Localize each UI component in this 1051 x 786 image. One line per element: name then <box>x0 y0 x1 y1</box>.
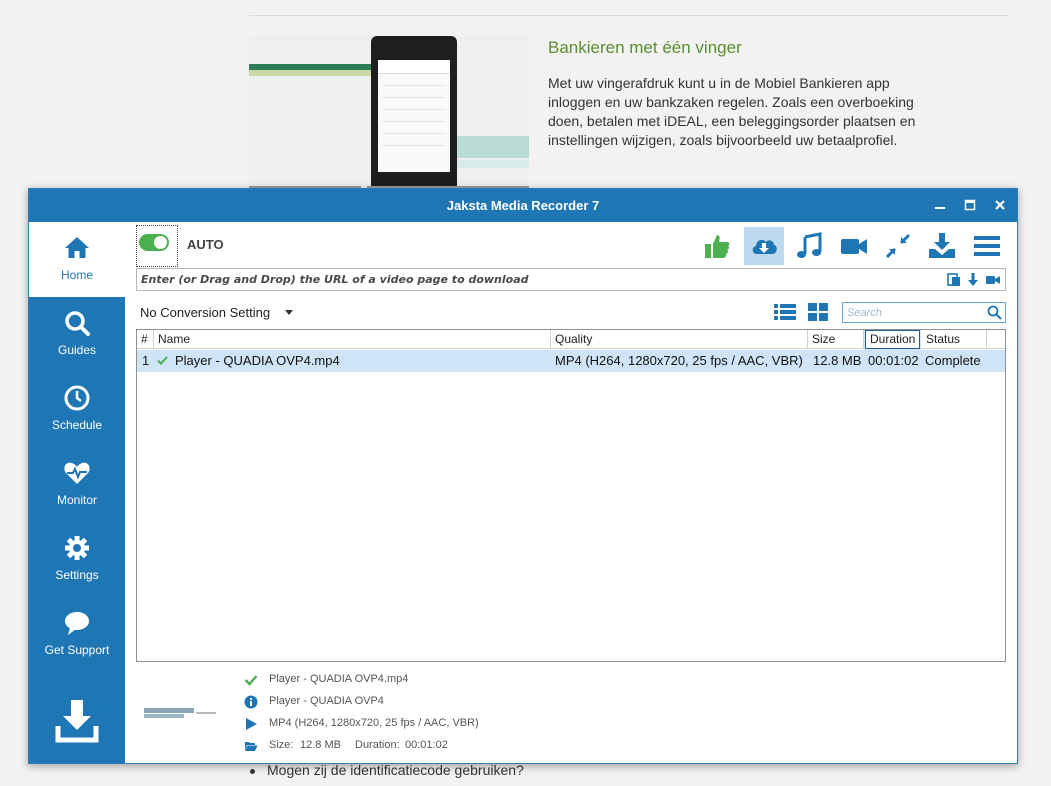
row-quality: MP4 (H264, 1280x720, 25 fps / AAC, VBR) <box>555 353 803 368</box>
gear-icon <box>65 536 89 560</box>
page-heading: Bankieren met één vinger <box>548 38 742 57</box>
auto-toggle[interactable] <box>139 234 169 251</box>
sidebar-item-label: Monitor <box>56 493 97 507</box>
page-divider <box>249 15 1009 16</box>
search-input[interactable] <box>847 305 983 320</box>
title-bar[interactable]: Jaksta Media Recorder 7 <box>29 189 1017 222</box>
maximize-icon <box>964 199 976 211</box>
minimize-button[interactable] <box>929 195 951 215</box>
url-input[interactable] <box>141 271 931 288</box>
sidebar-item-monitor[interactable]: Monitor <box>29 447 125 522</box>
like-button[interactable] <box>697 227 737 265</box>
sidebar: Home Guides Schedule Monitor Settings Ge… <box>29 222 125 763</box>
bullet-dot <box>250 768 255 774</box>
hamburger-menu-icon <box>974 236 1000 256</box>
video-button[interactable] <box>834 227 874 265</box>
tray-download-icon <box>929 233 955 258</box>
table-header: # Name Quality Size Duration Status <box>137 330 1005 350</box>
app-window: Jaksta Media Recorder 7 Home Guides Sche… <box>28 188 1018 764</box>
minimize-icon <box>935 207 945 209</box>
sidebar-item-label: Get Support <box>44 643 110 657</box>
compress-icon <box>885 233 911 259</box>
column-header-number[interactable]: # <box>137 330 154 349</box>
search-icon[interactable] <box>987 305 1002 320</box>
folder-open-icon <box>245 742 258 751</box>
url-bar <box>136 268 1006 291</box>
row-duration: 00:01:02 <box>868 353 919 368</box>
detail-size-duration: Size: 12.8 MB Duration: 00:01:02 <box>244 738 544 754</box>
sidebar-item-guides[interactable]: Guides <box>29 297 125 372</box>
column-header-status[interactable]: Status <box>922 330 987 349</box>
downloads-button[interactable] <box>922 227 962 265</box>
list-view-icon[interactable] <box>774 303 796 321</box>
details-panel: Player - QUADIA OVP4.mp4 Player - QUADIA… <box>136 666 1006 762</box>
search-icon <box>65 311 90 336</box>
menu-button[interactable] <box>967 227 1007 265</box>
music-icon <box>797 232 822 258</box>
detail-title-text: Player - QUADIA OVP4 <box>269 695 384 707</box>
sidebar-item-label: Home <box>60 268 93 282</box>
page-paragraph: Met uw vingerafdruk kunt u in de Mobiel … <box>548 75 916 148</box>
compact-mode-button[interactable] <box>878 227 918 265</box>
home-icon <box>65 237 89 258</box>
sidebar-item-get-support[interactable]: Get Support <box>29 597 125 672</box>
checkmark-icon <box>244 675 258 686</box>
banking-app-image <box>249 36 529 190</box>
detail-format-text: MP4 (H264, 1280x720, 25 fps / AAC, VBR) <box>269 717 479 729</box>
detail-filename-text: Player - QUADIA OVP4.mp4 <box>269 673 409 685</box>
maximize-button[interactable] <box>959 195 981 215</box>
main-panel: AUTO No Conversion Se <box>125 222 1017 763</box>
detail-size-label: Size: <box>269 739 294 751</box>
chevron-down-icon[interactable] <box>285 310 293 315</box>
sidebar-item-label: Guides <box>57 343 97 357</box>
download-mode-button[interactable] <box>744 227 784 265</box>
search-box <box>842 302 1006 323</box>
sidebar-item-schedule[interactable]: Schedule <box>29 372 125 447</box>
column-header-name[interactable]: Name <box>154 330 551 349</box>
thumbs-up-icon <box>705 235 730 258</box>
paste-icon[interactable] <box>947 272 961 287</box>
row-number: 1 <box>142 353 150 368</box>
audio-button[interactable] <box>789 227 829 265</box>
speech-bubble-icon <box>65 612 89 635</box>
window-title: Jaksta Media Recorder 7 <box>446 198 600 213</box>
detail-size-value: 12.8 MB <box>300 739 341 751</box>
video-thumbnail <box>142 694 218 730</box>
column-header-duration[interactable]: Duration <box>864 330 921 350</box>
page-bullet-text: Mogen zij de identificatiecode gebruiken… <box>267 762 524 778</box>
phone-image <box>371 36 457 188</box>
heartbeat-icon <box>64 462 90 484</box>
row-status: Complete <box>925 353 981 368</box>
sidebar-item-home[interactable]: Home <box>29 222 125 297</box>
download-icon[interactable] <box>55 698 99 744</box>
video-camera-icon <box>841 239 867 254</box>
info-icon <box>244 695 258 709</box>
detail-duration-value: 00:01:02 <box>405 739 448 751</box>
clock-icon <box>64 385 90 411</box>
conversion-select[interactable]: No Conversion Setting <box>140 305 270 320</box>
close-icon <box>995 200 1005 210</box>
close-button[interactable] <box>989 195 1011 215</box>
row-name: Player - QUADIA OVP4.mp4 <box>175 353 340 368</box>
cloud-download-icon <box>752 239 777 254</box>
page-bullet: Mogen zij de identificatiecode gebruiken… <box>250 762 524 778</box>
video-icon[interactable] <box>986 272 1000 287</box>
row-size: 12.8 MB <box>813 353 862 368</box>
sidebar-item-label: Schedule <box>51 418 103 432</box>
play-icon <box>246 718 257 730</box>
sidebar-item-settings[interactable]: Settings <box>29 522 125 597</box>
column-header-size[interactable]: Size <box>808 330 864 349</box>
downloads-table: # Name Quality Size Duration Status 1 Pl… <box>136 329 1006 662</box>
sidebar-item-label: Settings <box>55 568 99 582</box>
auto-label: AUTO <box>187 237 224 252</box>
table-row[interactable]: 1 Player - QUADIA OVP4.mp4 MP4 (H264, 12… <box>137 350 1005 372</box>
column-header-quality[interactable]: Quality <box>551 330 808 349</box>
arrow-down-icon[interactable] <box>966 272 980 287</box>
grid-view-icon[interactable] <box>807 303 829 321</box>
checkmark-icon <box>157 356 168 365</box>
phone-screen <box>378 60 450 172</box>
detail-duration-label: Duration: <box>355 739 400 751</box>
